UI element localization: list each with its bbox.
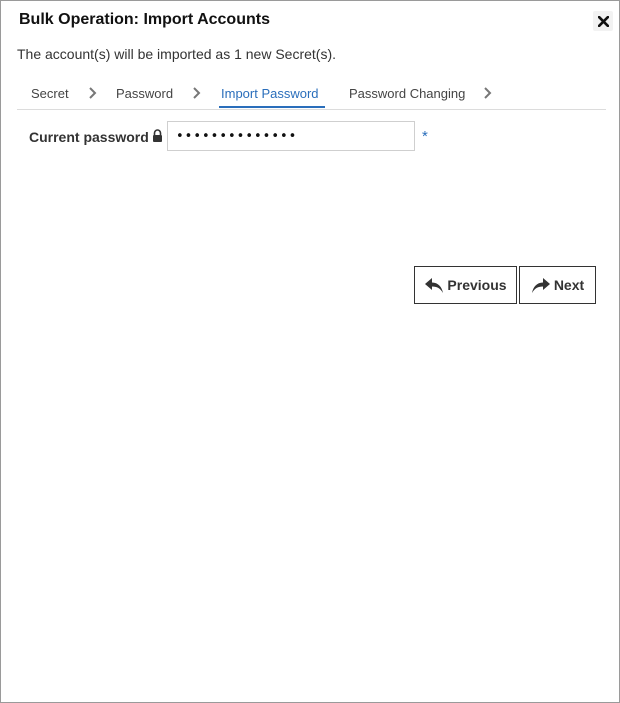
step-secret[interactable]: Secret xyxy=(31,86,69,101)
chevron-right-icon xyxy=(89,87,97,99)
required-marker: * xyxy=(422,128,428,145)
close-button[interactable] xyxy=(593,11,613,31)
active-step-indicator xyxy=(219,106,325,108)
step-password[interactable]: Password xyxy=(116,86,173,101)
dialog-subtitle: The account(s) will be imported as 1 new… xyxy=(17,46,337,62)
current-password-input[interactable] xyxy=(167,121,415,151)
chevron-right-icon xyxy=(484,87,492,99)
lock-icon xyxy=(153,129,162,142)
import-accounts-dialog: Bulk Operation: Import Accounts The acco… xyxy=(0,0,620,703)
step-import-password[interactable]: Import Password xyxy=(221,86,319,101)
undo-arrow-icon xyxy=(425,277,444,293)
dialog-title: Bulk Operation: Import Accounts xyxy=(19,11,270,28)
previous-button-label: Previous xyxy=(447,277,507,293)
chevron-right-icon xyxy=(193,87,201,99)
redo-arrow-icon xyxy=(531,277,550,293)
step-password-changing[interactable]: Password Changing xyxy=(349,86,465,101)
wizard-steps: Secret Password Import Password Password… xyxy=(17,81,606,110)
previous-button[interactable]: Previous xyxy=(414,266,517,304)
next-button[interactable]: Next xyxy=(519,266,596,304)
next-button-label: Next xyxy=(553,277,585,293)
close-icon xyxy=(597,15,609,27)
current-password-label: Current password xyxy=(29,129,149,145)
